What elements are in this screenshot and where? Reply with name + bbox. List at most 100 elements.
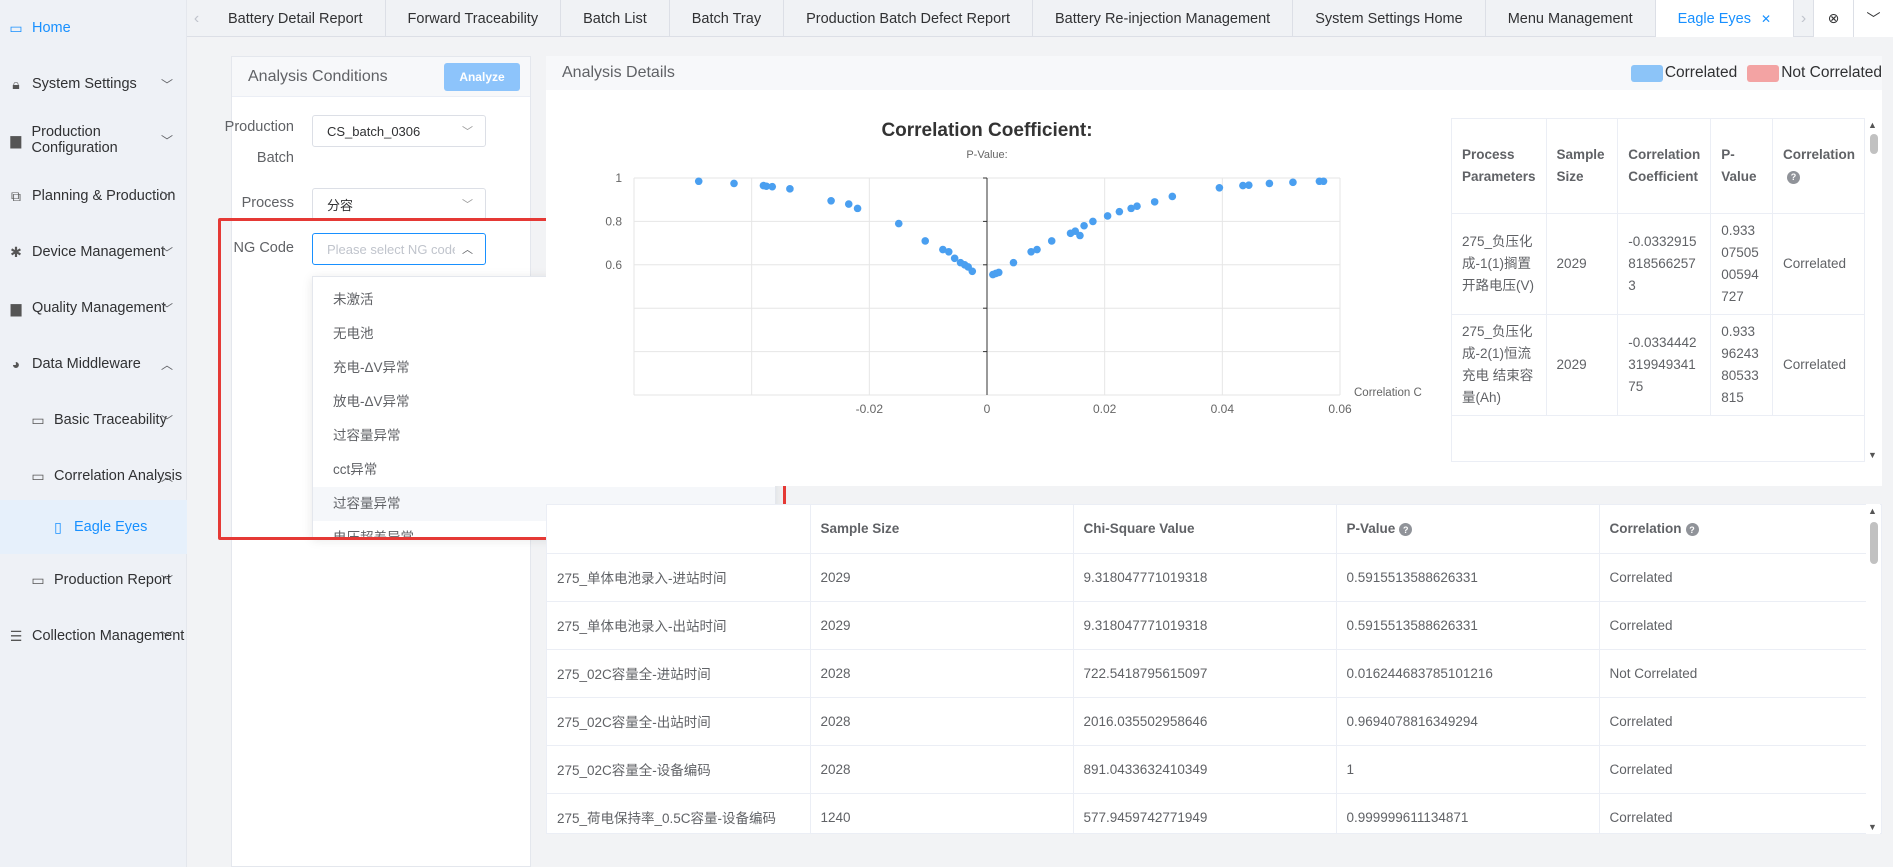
tab-batch-tray[interactable]: Batch Tray [670,0,785,37]
column-header: Chi-Square Value [1073,505,1337,554]
correlation-link[interactable]: Correlated [1772,314,1864,416]
table-cell: 2028 [810,745,1074,794]
scatter-point[interactable] [1076,231,1084,240]
help-icon[interactable]: ? [1685,523,1699,537]
sidebar-item-eagle-eyes[interactable]: ▯ Eagle Eyes [0,500,187,554]
correlation-link[interactable]: Correlated [1599,601,1868,650]
scatter-point[interactable] [921,237,930,245]
help-icon[interactable]: ? [1399,523,1413,537]
table-cell: 2028 [810,649,1074,698]
table-cell: 1240 [810,793,1074,833]
chevron-up-icon: ︿ [160,357,173,372]
tab-scroll-left-icon[interactable]: ‹ [187,0,206,37]
tab-production-batch-defect-report[interactable]: Production Batch Defect Report [784,0,1033,37]
close-icon[interactable]: ✕ [1761,12,1771,26]
production-batch-select[interactable]: CS_batch_0306 ﹀ [312,115,486,147]
lock-icon: 🔒︎ [12,75,20,92]
scatter-point[interactable] [1265,179,1274,188]
analyze-button[interactable]: Analyze [444,62,520,91]
scroll-down-icon[interactable]: ▼ [1868,822,1877,832]
scatter-point[interactable] [1133,202,1141,211]
sidebar-item-planning-production[interactable]: ⧉ Planning & Production ﹀ [0,168,187,224]
column-header [547,505,811,554]
scatter-point[interactable] [1103,212,1112,220]
table-cell: 577.9459742771949 [1073,793,1337,833]
scatter-point[interactable] [1319,177,1328,186]
tab-label: System Settings Home [1315,10,1463,27]
sidebar-item-device-management[interactable]: ✱ Device Management ﹀ [0,224,187,280]
chevron-down-icon[interactable]: ﹀ [1853,0,1893,37]
sidebar-item-home[interactable]: ▭ Home [0,0,187,56]
production-batch-label: Production Batch [224,117,294,168]
sidebar-item-system-settings[interactable]: 🔒︎ System Settings ﹀ [0,56,187,112]
scatter-point[interactable] [1009,258,1018,267]
correlation-link[interactable]: Correlated [1599,553,1868,602]
scatter-point[interactable] [786,185,794,193]
tab-menu-management[interactable]: Menu Management [1486,0,1656,37]
scatter-point[interactable] [1089,217,1097,226]
scatter-point[interactable] [968,267,977,276]
correlation-link[interactable]: Correlated [1599,745,1868,794]
link-icon: ⧉ [11,187,21,204]
scatter-point[interactable] [827,196,835,205]
scatter-point[interactable] [844,200,853,208]
chart-points [694,177,1328,279]
table-cell: 2028 [810,697,1074,746]
process-select[interactable]: 分容 ﹀ [312,188,486,220]
scatter-chart: Correlation Coefficient: P-Value: -0.02 0… [605,120,1421,416]
table-cell: 722.5418795615097 [1073,649,1337,698]
scatter-point[interactable] [1168,192,1177,201]
help-icon[interactable]: ? [1786,170,1800,184]
table-cell: 275_02C容量全-进站时间 [547,649,811,698]
scroll-up-icon[interactable]: ▲ [1868,120,1877,130]
scatter-point[interactable] [994,268,1003,277]
tab-label: Battery Detail Report [227,10,363,27]
tab-battery-reinjection-management[interactable]: Battery Re-injection Management [1033,0,1294,37]
sidebar-item-production-report[interactable]: ▭ Production Report ﹀ [0,552,187,608]
chart-title: Correlation Coefficient: [881,120,1092,141]
close-all-icon[interactable]: ⊗ [1813,0,1853,37]
scatter-point[interactable] [1150,198,1159,206]
correlation-link[interactable]: Not Correlated [1599,649,1868,698]
scatter-point[interactable] [944,247,953,256]
scatter-point[interactable] [1115,207,1124,216]
legend-swatch [1630,64,1663,82]
correlation-link[interactable]: Correlated [1599,697,1868,746]
scroll-up-icon[interactable]: ▲ [1868,506,1877,516]
scroll-thumb[interactable] [1870,134,1878,154]
scatter-point[interactable] [1289,178,1297,187]
tab-batch-list[interactable]: Batch List [561,0,670,37]
tab-system-settings-home[interactable]: System Settings Home [1293,0,1486,37]
scatter-point[interactable] [730,179,738,188]
sidebar-item-collection-management[interactable]: ☰ Collection Management ﹀ [0,608,187,664]
scatter-point[interactable] [768,182,777,191]
scroll-down-icon[interactable]: ▼ [1868,450,1877,460]
scatter-point[interactable] [1033,245,1041,254]
bottom-table-scrollbar[interactable]: ▲ ▼ [1866,504,1880,834]
sidebar-item-correlation-analysis[interactable]: ▭ Correlation Analysis ︿ [0,448,187,504]
scatter-point[interactable] [853,204,862,213]
sidebar-item-data-middleware[interactable]: ◕ Data Middleware ︿ [0,336,187,392]
correlation-link[interactable]: Correlated [1599,793,1868,833]
tab-forward-traceability[interactable]: Forward Traceability [386,0,562,37]
column-header: Process Parameters [1452,119,1547,214]
scatter-point[interactable] [1047,237,1056,245]
scatter-point[interactable] [1080,221,1088,230]
sidebar-item-quality-management[interactable]: ▆ Quality Management ﹀ [0,280,187,336]
table-cell: 0.9330750500594727 [1710,213,1773,315]
tab-battery-detail-report[interactable]: Battery Detail Report [206,0,386,37]
scatter-point[interactable] [894,219,903,228]
legend-item-correlated[interactable]: Correlated [1630,64,1737,82]
legend-item-not-correlated[interactable]: Not Correlated [1747,64,1882,82]
sidebar-item-production-configuration[interactable]: ▆ Production Configuration ﹀ [0,112,187,168]
scroll-thumb[interactable] [1870,522,1878,564]
sidebar-item-basic-traceability[interactable]: ▭ Basic Traceability ﹀ [0,392,187,448]
monitor-icon: ▭ [9,19,23,36]
right-table-scrollbar[interactable]: ▲ ▼ [1866,118,1880,462]
tab-eagle-eyes[interactable]: Eagle Eyes ✕ [1655,0,1795,37]
scatter-point[interactable] [694,177,703,186]
scatter-point[interactable] [1215,183,1224,192]
tab-scroll-right-icon[interactable]: › [1794,0,1813,37]
scatter-point[interactable] [1245,181,1253,189]
correlation-link[interactable]: Correlated [1772,213,1864,315]
